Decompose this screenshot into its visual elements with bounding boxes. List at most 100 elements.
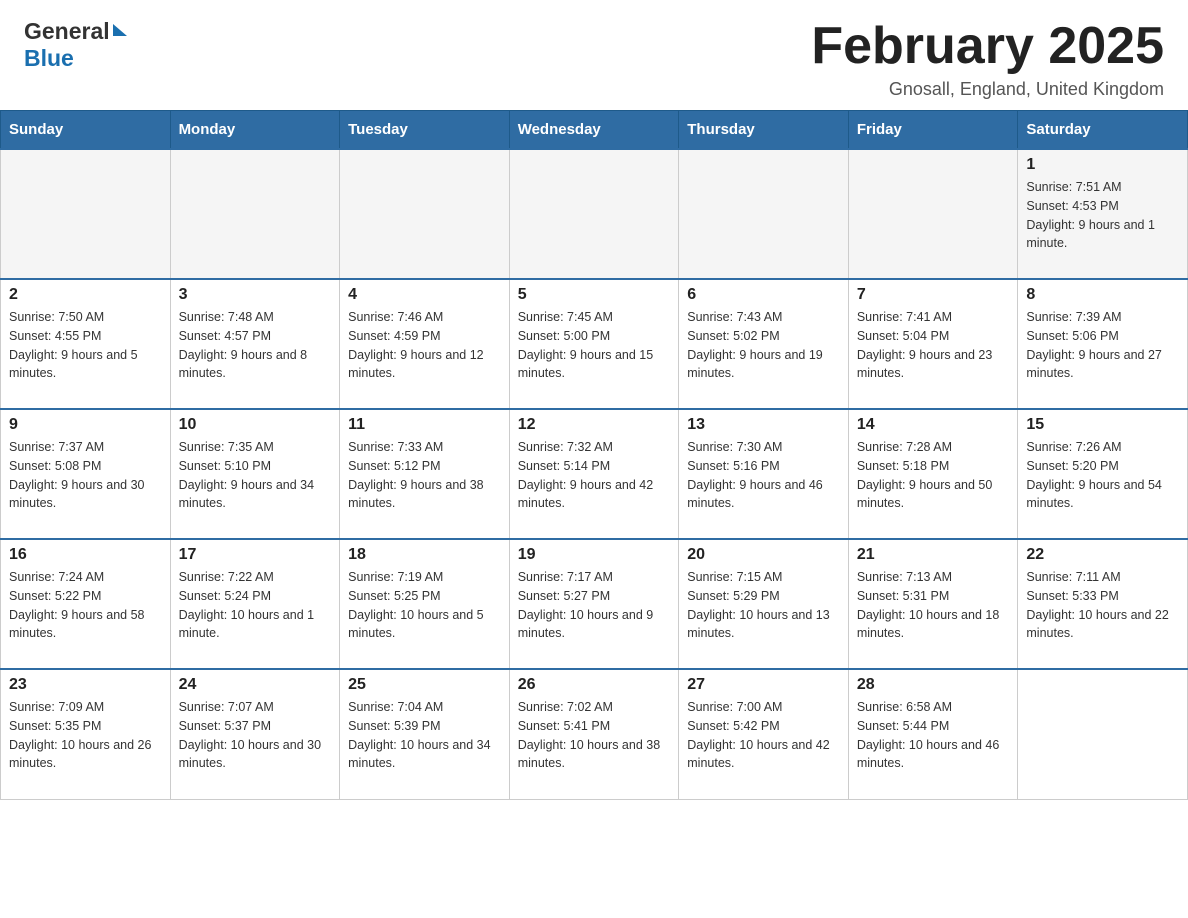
calendar-cell <box>340 149 510 279</box>
calendar-cell: 4 Sunrise: 7:46 AMSunset: 4:59 PMDaylight… <box>340 279 510 409</box>
day-info: Sunrise: 7:17 AMSunset: 5:27 PMDaylight:… <box>518 568 671 643</box>
calendar-cell: 21 Sunrise: 7:13 AMSunset: 5:31 PMDayligh… <box>848 539 1018 669</box>
calendar-cell <box>1018 669 1188 799</box>
day-number: 22 <box>1026 546 1179 564</box>
title-area: February 2025 Gnosall, England, United K… <box>811 18 1164 100</box>
calendar-cell: 27 Sunrise: 7:00 AMSunset: 5:42 PMDayligh… <box>679 669 849 799</box>
calendar-cell: 18 Sunrise: 7:19 AMSunset: 5:25 PMDayligh… <box>340 539 510 669</box>
day-number: 5 <box>518 286 671 304</box>
day-number: 1 <box>1026 156 1179 174</box>
day-info: Sunrise: 7:04 AMSunset: 5:39 PMDaylight:… <box>348 698 501 773</box>
calendar-cell: 11 Sunrise: 7:33 AMSunset: 5:12 PMDayligh… <box>340 409 510 539</box>
day-number: 15 <box>1026 416 1179 434</box>
calendar-cell: 1 Sunrise: 7:51 AMSunset: 4:53 PMDaylight… <box>1018 149 1188 279</box>
calendar-cell: 13 Sunrise: 7:30 AMSunset: 5:16 PMDayligh… <box>679 409 849 539</box>
day-info: Sunrise: 7:33 AMSunset: 5:12 PMDaylight:… <box>348 438 501 513</box>
day-info: Sunrise: 7:30 AMSunset: 5:16 PMDaylight:… <box>687 438 840 513</box>
day-info: Sunrise: 7:09 AMSunset: 5:35 PMDaylight:… <box>9 698 162 773</box>
day-info: Sunrise: 7:00 AMSunset: 5:42 PMDaylight:… <box>687 698 840 773</box>
day-number: 8 <box>1026 286 1179 304</box>
day-number: 17 <box>179 546 332 564</box>
day-info: Sunrise: 7:15 AMSunset: 5:29 PMDaylight:… <box>687 568 840 643</box>
day-info: Sunrise: 7:28 AMSunset: 5:18 PMDaylight:… <box>857 438 1010 513</box>
calendar-week-1: 1 Sunrise: 7:51 AMSunset: 4:53 PMDaylight… <box>1 149 1188 279</box>
calendar-cell: 8 Sunrise: 7:39 AMSunset: 5:06 PMDaylight… <box>1018 279 1188 409</box>
day-number: 25 <box>348 676 501 694</box>
day-number: 18 <box>348 546 501 564</box>
day-number: 23 <box>9 676 162 694</box>
day-info: Sunrise: 7:50 AMSunset: 4:55 PMDaylight:… <box>9 308 162 383</box>
calendar-cell: 9 Sunrise: 7:37 AMSunset: 5:08 PMDaylight… <box>1 409 171 539</box>
day-number: 24 <box>179 676 332 694</box>
day-info: Sunrise: 7:02 AMSunset: 5:41 PMDaylight:… <box>518 698 671 773</box>
calendar-table: SundayMondayTuesdayWednesdayThursdayFrid… <box>0 110 1188 800</box>
day-info: Sunrise: 7:22 AMSunset: 5:24 PMDaylight:… <box>179 568 332 643</box>
day-info: Sunrise: 7:51 AMSunset: 4:53 PMDaylight:… <box>1026 178 1179 253</box>
day-info: Sunrise: 7:46 AMSunset: 4:59 PMDaylight:… <box>348 308 501 383</box>
calendar-cell <box>679 149 849 279</box>
calendar-cell <box>848 149 1018 279</box>
header-day-thursday: Thursday <box>679 111 849 150</box>
day-number: 19 <box>518 546 671 564</box>
day-info: Sunrise: 7:35 AMSunset: 5:10 PMDaylight:… <box>179 438 332 513</box>
day-number: 9 <box>9 416 162 434</box>
day-number: 11 <box>348 416 501 434</box>
calendar-week-2: 2 Sunrise: 7:50 AMSunset: 4:55 PMDaylight… <box>1 279 1188 409</box>
calendar-cell: 24 Sunrise: 7:07 AMSunset: 5:37 PMDayligh… <box>170 669 340 799</box>
logo-blue-text: Blue <box>24 45 74 72</box>
day-info: Sunrise: 7:43 AMSunset: 5:02 PMDaylight:… <box>687 308 840 383</box>
header-row: SundayMondayTuesdayWednesdayThursdayFrid… <box>1 111 1188 150</box>
day-number: 10 <box>179 416 332 434</box>
calendar-week-3: 9 Sunrise: 7:37 AMSunset: 5:08 PMDaylight… <box>1 409 1188 539</box>
calendar-cell: 3Sunrise: 7:48 AMSunset: 4:57 PMDaylight… <box>170 279 340 409</box>
day-number: 20 <box>687 546 840 564</box>
calendar-cell: 12 Sunrise: 7:32 AMSunset: 5:14 PMDayligh… <box>509 409 679 539</box>
day-number: 16 <box>9 546 162 564</box>
header-day-wednesday: Wednesday <box>509 111 679 150</box>
logo: General Blue <box>24 18 127 72</box>
day-info: Sunrise: 7:11 AMSunset: 5:33 PMDaylight:… <box>1026 568 1179 643</box>
day-number: 12 <box>518 416 671 434</box>
location-text: Gnosall, England, United Kingdom <box>811 79 1164 100</box>
header-day-sunday: Sunday <box>1 111 171 150</box>
calendar-cell: 7Sunrise: 7:41 AMSunset: 5:04 PMDaylight… <box>848 279 1018 409</box>
day-info: Sunrise: 7:48 AMSunset: 4:57 PMDaylight:… <box>179 308 332 383</box>
calendar-cell <box>170 149 340 279</box>
day-number: 6 <box>687 286 840 304</box>
day-info: Sunrise: 7:24 AMSunset: 5:22 PMDaylight:… <box>9 568 162 643</box>
calendar-cell: 25 Sunrise: 7:04 AMSunset: 5:39 PMDayligh… <box>340 669 510 799</box>
calendar-cell: 28 Sunrise: 6:58 AMSunset: 5:44 PMDayligh… <box>848 669 1018 799</box>
day-info: Sunrise: 7:39 AMSunset: 5:06 PMDaylight:… <box>1026 308 1179 383</box>
day-number: 7 <box>857 286 1010 304</box>
header-day-tuesday: Tuesday <box>340 111 510 150</box>
day-number: 21 <box>857 546 1010 564</box>
calendar-cell: 19 Sunrise: 7:17 AMSunset: 5:27 PMDayligh… <box>509 539 679 669</box>
calendar-cell <box>509 149 679 279</box>
calendar-cell: 5Sunrise: 7:45 AMSunset: 5:00 PMDaylight… <box>509 279 679 409</box>
calendar-week-4: 16 Sunrise: 7:24 AMSunset: 5:22 PMDayligh… <box>1 539 1188 669</box>
day-number: 14 <box>857 416 1010 434</box>
day-number: 13 <box>687 416 840 434</box>
calendar-cell: 16 Sunrise: 7:24 AMSunset: 5:22 PMDayligh… <box>1 539 171 669</box>
day-info: Sunrise: 6:58 AMSunset: 5:44 PMDaylight:… <box>857 698 1010 773</box>
month-title: February 2025 <box>811 18 1164 75</box>
calendar-header: SundayMondayTuesdayWednesdayThursdayFrid… <box>1 111 1188 150</box>
day-info: Sunrise: 7:19 AMSunset: 5:25 PMDaylight:… <box>348 568 501 643</box>
calendar-cell: 10 Sunrise: 7:35 AMSunset: 5:10 PMDayligh… <box>170 409 340 539</box>
calendar-cell: 14 Sunrise: 7:28 AMSunset: 5:18 PMDayligh… <box>848 409 1018 539</box>
day-info: Sunrise: 7:32 AMSunset: 5:14 PMDaylight:… <box>518 438 671 513</box>
calendar-cell: 2 Sunrise: 7:50 AMSunset: 4:55 PMDaylight… <box>1 279 171 409</box>
day-number: 27 <box>687 676 840 694</box>
day-info: Sunrise: 7:13 AMSunset: 5:31 PMDaylight:… <box>857 568 1010 643</box>
header-day-monday: Monday <box>170 111 340 150</box>
calendar-body: 1 Sunrise: 7:51 AMSunset: 4:53 PMDaylight… <box>1 149 1188 799</box>
day-info: Sunrise: 7:07 AMSunset: 5:37 PMDaylight:… <box>179 698 332 773</box>
day-number: 4 <box>348 286 501 304</box>
day-number: 28 <box>857 676 1010 694</box>
page-header: General Blue February 2025 Gnosall, Engl… <box>0 0 1188 110</box>
calendar-week-5: 23 Sunrise: 7:09 AMSunset: 5:35 PMDayligh… <box>1 669 1188 799</box>
day-info: Sunrise: 7:37 AMSunset: 5:08 PMDaylight:… <box>9 438 162 513</box>
day-number: 2 <box>9 286 162 304</box>
day-number: 26 <box>518 676 671 694</box>
calendar-cell: 20 Sunrise: 7:15 AMSunset: 5:29 PMDayligh… <box>679 539 849 669</box>
